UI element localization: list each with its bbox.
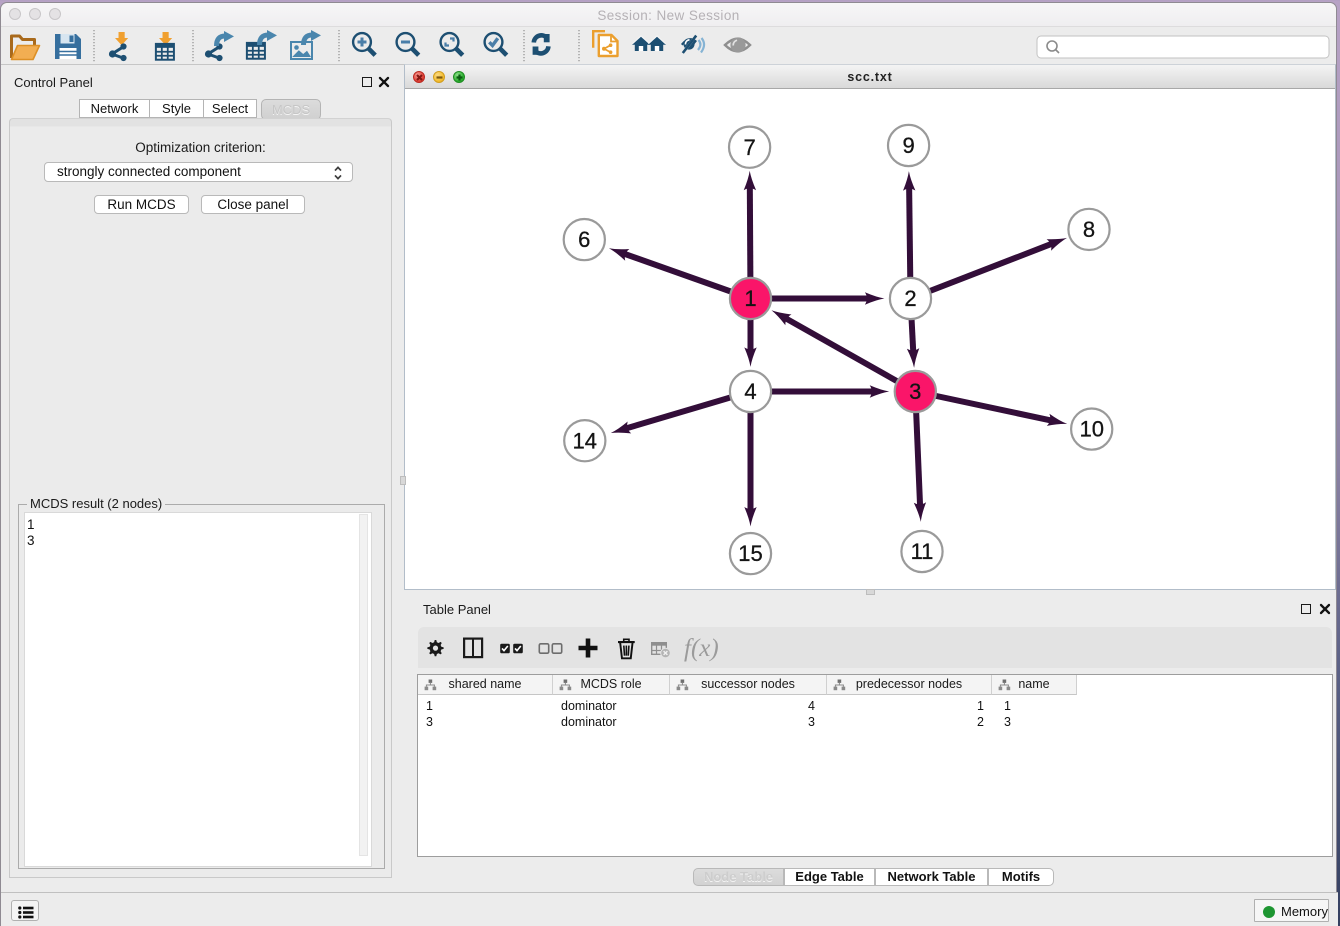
svg-text:2: 2: [904, 286, 916, 311]
svg-text:3: 3: [909, 379, 921, 404]
svg-text:1: 1: [744, 286, 756, 311]
svg-text:14: 14: [573, 428, 597, 453]
svg-text:4: 4: [744, 379, 756, 404]
svg-text:9: 9: [902, 133, 914, 158]
svg-text:8: 8: [1083, 217, 1095, 242]
svg-text:11: 11: [911, 539, 934, 564]
svg-text:6: 6: [578, 227, 590, 252]
svg-text:7: 7: [743, 135, 755, 160]
svg-text:10: 10: [1079, 417, 1103, 442]
svg-text:15: 15: [738, 541, 762, 566]
svg-text:f(x): f(x): [684, 635, 719, 662]
